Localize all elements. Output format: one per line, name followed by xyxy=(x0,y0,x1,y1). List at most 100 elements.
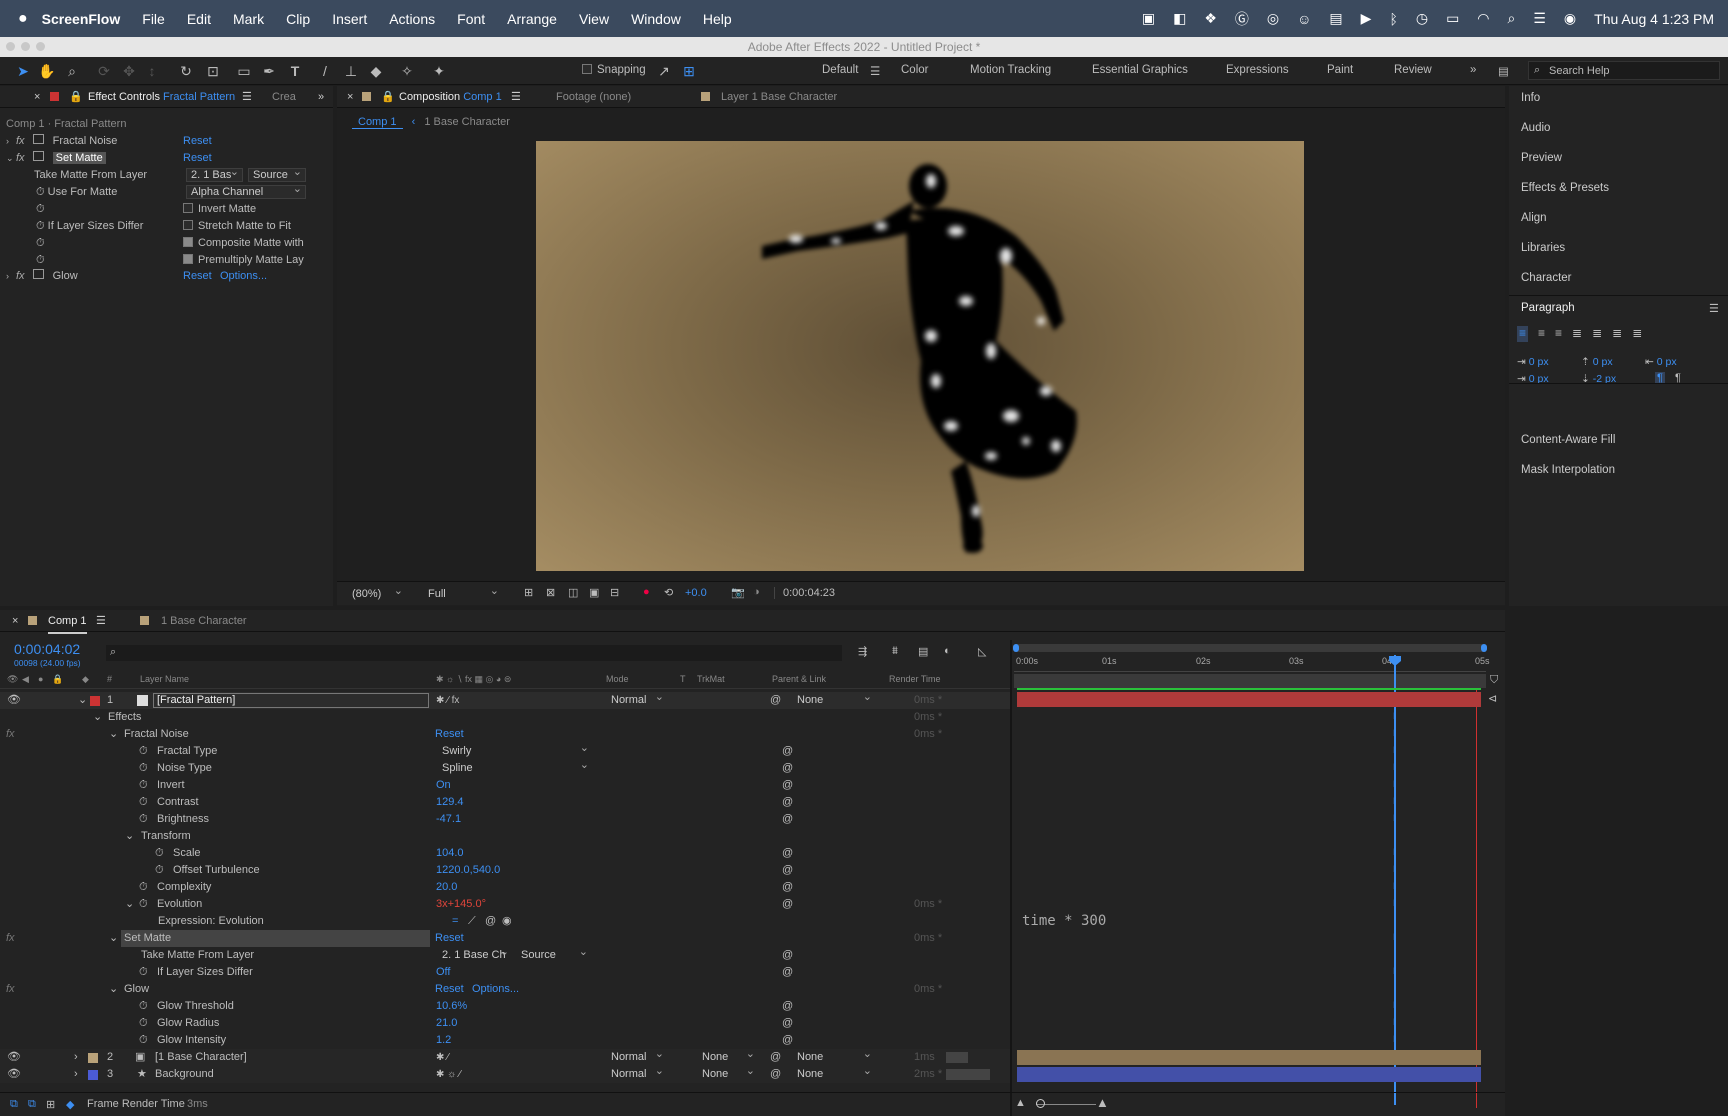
keyframe-marker[interactable]: I xyxy=(1393,745,1396,755)
magnification-dropdown[interactable]: (80%) xyxy=(347,585,407,601)
footage-tab[interactable]: Footage (none) xyxy=(556,86,631,108)
comp-button-icon[interactable]: ⊲ xyxy=(1488,692,1497,705)
take-matte-source-dropdown[interactable]: Source xyxy=(516,946,592,962)
prop-row-invert[interactable]: ⏱ Invert On @ xyxy=(0,777,1010,794)
brush-tool-icon[interactable]: / xyxy=(316,62,334,80)
workspace-review[interactable]: Review xyxy=(1394,64,1432,76)
rotate-tool-icon[interactable]: ↻ xyxy=(177,62,195,80)
collapse-icon[interactable]: ⌄ xyxy=(93,709,102,726)
zoom-slider-thumb[interactable] xyxy=(1036,1099,1045,1108)
stopwatch-icon[interactable]: ⏱ xyxy=(139,794,148,811)
stopwatch-icon[interactable]: ⏱ xyxy=(155,862,164,879)
take-matte-dropdown[interactable]: 2. 1 Bas xyxy=(186,166,243,182)
options-link[interactable]: Options... xyxy=(220,268,267,284)
expand-icon[interactable]: › xyxy=(6,268,16,284)
stopwatch-icon[interactable]: ⏱ xyxy=(36,252,45,268)
screen-record-icon[interactable]: ▣ xyxy=(1142,10,1155,27)
justify-right-icon[interactable]: ≣ xyxy=(1612,326,1622,342)
pickwhip-icon[interactable]: @ xyxy=(782,760,793,777)
keyframe-marker[interactable]: I xyxy=(1393,932,1396,942)
orbit-tool-icon[interactable]: ⟳ xyxy=(95,62,113,80)
modes-toggle-icon[interactable]: ⧉ xyxy=(28,1098,36,1111)
workspace-color[interactable]: Color xyxy=(901,64,928,76)
fx-icon[interactable]: fx xyxy=(16,135,25,147)
layer-mode-dropdown[interactable]: Normal xyxy=(606,691,668,707)
panel-menu-icon[interactable]: ☰ xyxy=(1709,302,1719,315)
indent-right[interactable]: ⇤ 0 px xyxy=(1645,356,1677,368)
expression-evolution-row[interactable]: Expression: Evolution = ⟋ @ ◉ xyxy=(0,913,1010,930)
prop-row-fractal-type[interactable]: ⏱ Fractal Type Swirly @ xyxy=(0,742,1010,760)
expression-enable-icon[interactable]: = xyxy=(452,913,458,930)
align-left-icon[interactable]: ≡ xyxy=(1517,326,1529,342)
work-area-start-handle[interactable] xyxy=(1013,644,1019,652)
zoom-out-icon[interactable]: ▲ xyxy=(1015,1097,1026,1109)
wifi-icon[interactable]: ◠ xyxy=(1477,10,1489,27)
lock-toggle-icon[interactable]: 🔒 xyxy=(52,674,63,685)
prop-row-scale[interactable]: ⏱ Scale 104.0 @ xyxy=(0,845,1010,862)
prop-row-take-matte[interactable]: Take Matte From Layer 2. 1 Base Ch Sourc… xyxy=(0,946,1010,964)
menu-arrange[interactable]: Arrange xyxy=(507,11,557,27)
menu-actions[interactable]: Actions xyxy=(389,11,435,27)
grammarly-icon[interactable]: Ⓖ xyxy=(1235,9,1249,29)
prop-row-glow-radius[interactable]: ⏱ Glow Radius 21.0 @ xyxy=(0,1015,1010,1032)
app-menu[interactable]: ScreenFlow xyxy=(42,11,121,27)
justify-center-icon[interactable]: ≣ xyxy=(1592,326,1602,342)
keyframe-marker[interactable]: I xyxy=(1393,966,1396,976)
layer-mode-dropdown[interactable]: Normal xyxy=(606,1048,668,1064)
puppet-tool-icon[interactable]: ✦ xyxy=(430,62,448,80)
user-icon[interactable]: ☺ xyxy=(1297,11,1311,27)
comp1-timeline-tab[interactable]: Comp 1 xyxy=(48,610,87,634)
pickwhip-icon[interactable]: @ xyxy=(782,845,793,862)
layer-search-field[interactable]: ⌕ xyxy=(106,645,842,661)
prop-row-glow-threshold[interactable]: ⏱ Glow Threshold 10.6% @ xyxy=(0,998,1010,1015)
pickwhip-icon[interactable]: @ xyxy=(782,879,793,896)
stopwatch-icon[interactable]: ⏱ xyxy=(139,777,148,794)
shy-layers-icon[interactable]: ▤ xyxy=(918,645,928,658)
keyframe-marker[interactable]: I xyxy=(1393,847,1396,857)
info-panel-tab[interactable]: Info xyxy=(1521,92,1540,104)
reset-exposure-icon[interactable]: ⟲ xyxy=(664,586,673,599)
pan-tool-icon[interactable]: ✥ xyxy=(120,62,138,80)
more-workspaces-icon[interactable]: » xyxy=(1470,64,1476,76)
video-toggle-icon[interactable]: 👁 xyxy=(7,692,21,709)
layer-label-color[interactable] xyxy=(88,1053,98,1063)
prop-row-brightness[interactable]: ⏱ Brightness -47.1 @ xyxy=(0,811,1010,828)
work-area-range[interactable] xyxy=(1014,674,1486,688)
align-right-icon[interactable]: ≡ xyxy=(1555,326,1562,342)
lock-icon[interactable]: 🔒 xyxy=(381,86,395,108)
pickwhip-icon[interactable]: @ xyxy=(782,1032,793,1049)
fx-switch-icon[interactable]: fx xyxy=(6,726,15,743)
workspace-motion-tracking[interactable]: Motion Tracking xyxy=(970,64,1051,76)
layer-switches-icons[interactable]: ✱ ∕ xyxy=(436,1049,449,1066)
prop-row-noise-type[interactable]: ⏱ Noise Type Spline @ xyxy=(0,759,1010,777)
solo-toggle-icon[interactable]: ● xyxy=(38,674,43,684)
stopwatch-icon[interactable]: ⏱ xyxy=(36,235,45,251)
layer-row-background[interactable]: 👁 › 3 ★ Background ✱ ☼ ∕ Normal None @ N… xyxy=(0,1065,1010,1083)
show-snapshot-icon[interactable]: ◑ xyxy=(753,586,760,598)
draft-3d-icon[interactable]: ⩩ xyxy=(892,645,898,658)
snapshot-icon[interactable]: 📷 xyxy=(731,586,745,599)
fractal-noise-row[interactable]: fx ⌄ Fractal Noise Reset 0ms * xyxy=(0,726,1010,743)
stopwatch-icon[interactable]: ⏱ xyxy=(139,760,148,777)
video-toggle-icon[interactable]: 👁 xyxy=(7,1049,21,1066)
composition-tab[interactable]: Composition Comp 1 xyxy=(399,86,502,108)
prop-row-if-sizes-differ[interactable]: ⏱ If Layer Sizes Differ Off @ xyxy=(0,964,1010,981)
zoom-tool-icon[interactable]: ⌕ xyxy=(63,62,81,80)
clone-stamp-tool-icon[interactable]: ⊥ xyxy=(342,62,360,80)
fx-switch-icon[interactable]: fx xyxy=(6,981,15,998)
transform-group-row[interactable]: ⌄ Transform xyxy=(0,828,1010,845)
menu-help[interactable]: Help xyxy=(703,11,732,27)
transparency-grid-icon[interactable]: ⊠ xyxy=(546,586,555,599)
keyframe-marker[interactable]: I xyxy=(1393,1000,1396,1010)
search-help-field[interactable]: ⌕ Search Help xyxy=(1528,61,1720,80)
stopwatch-icon[interactable]: ⏱ xyxy=(139,811,148,828)
reset-link[interactable]: Reset xyxy=(183,268,212,284)
layer-switches-icons[interactable]: ✱ ∕ fx xyxy=(436,692,459,709)
pickwhip-icon[interactable]: @ xyxy=(782,811,793,828)
col-layer-name[interactable]: Layer Name xyxy=(140,674,189,684)
work-area-end-handle[interactable] xyxy=(1481,644,1487,652)
complexity-value[interactable]: 20.0 xyxy=(436,879,457,896)
pickwhip-icon[interactable]: @ xyxy=(782,896,793,913)
glow-radius-value[interactable]: 21.0 xyxy=(436,1015,457,1032)
snapping-toggle[interactable]: Snapping xyxy=(582,64,646,76)
